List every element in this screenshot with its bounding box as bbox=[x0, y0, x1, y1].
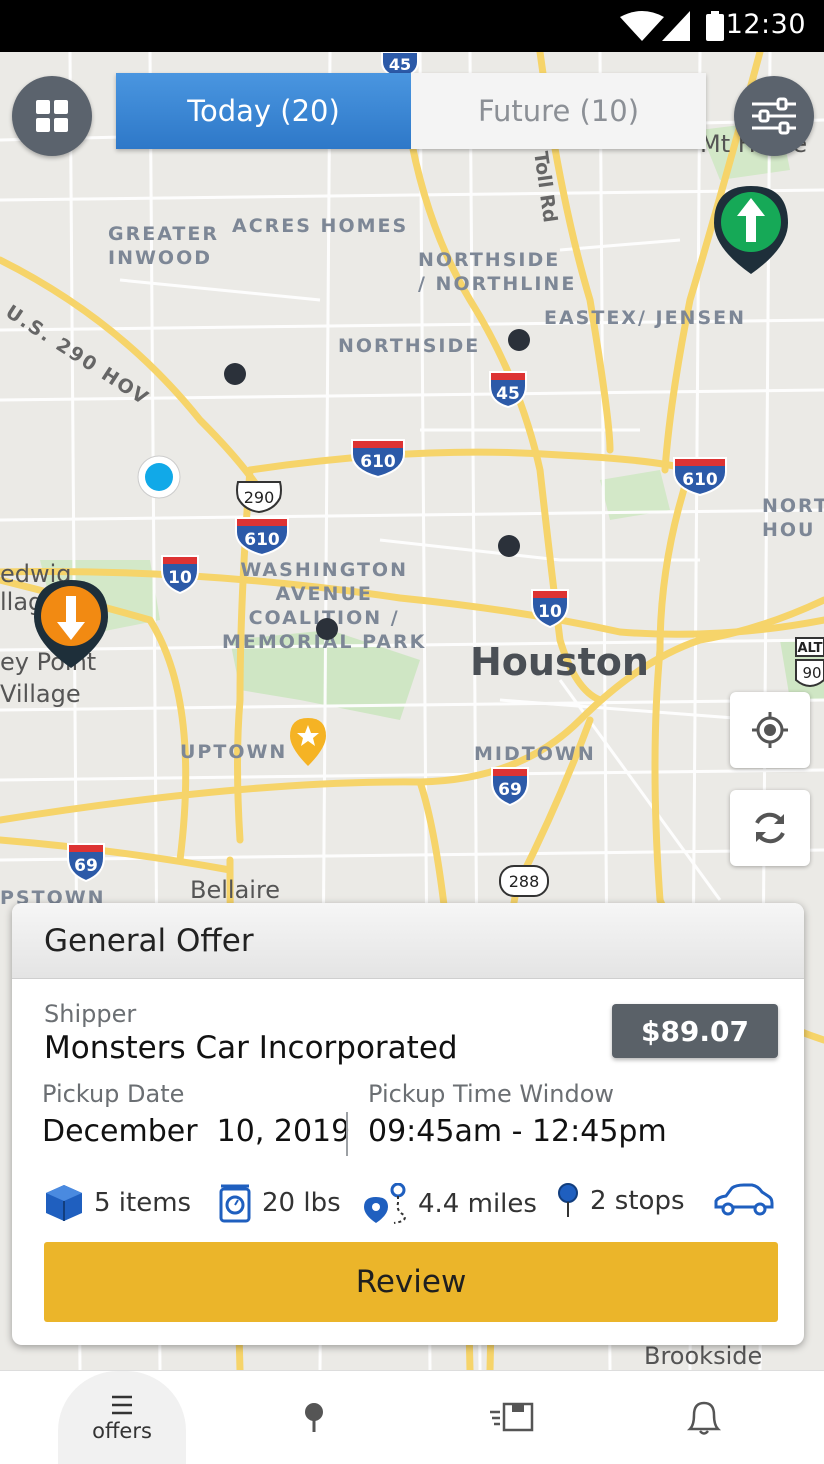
interstate-shield-69: 69 bbox=[490, 766, 530, 810]
interstate-shield-45: 45 bbox=[488, 370, 528, 412]
nav-map[interactable] bbox=[290, 1371, 338, 1464]
map-label-north-hou: NORT HOU bbox=[762, 495, 824, 541]
svg-text:ALT: ALT bbox=[797, 641, 822, 656]
interstate-shield-610-w: 610 bbox=[234, 516, 290, 560]
tab-future[interactable]: Future (10) bbox=[411, 73, 706, 149]
distance-stat: 4.4 miles bbox=[364, 1183, 537, 1225]
signal-icon bbox=[662, 11, 690, 41]
interstate-shield-10-e: 10 bbox=[530, 588, 570, 632]
svg-text:610: 610 bbox=[682, 470, 718, 490]
interstate-shield-69-sw: 69 bbox=[66, 842, 106, 886]
offer-card-title: General Offer bbox=[12, 903, 804, 979]
pickup-marker-icon[interactable] bbox=[712, 184, 790, 276]
filter-button[interactable] bbox=[734, 76, 814, 156]
svg-text:610: 610 bbox=[244, 530, 280, 550]
svg-text:45: 45 bbox=[496, 384, 520, 404]
grid-icon bbox=[36, 100, 68, 132]
locate-me-button[interactable] bbox=[730, 692, 810, 768]
map-label-houston: Houston bbox=[470, 640, 649, 684]
svg-text:290: 290 bbox=[244, 488, 275, 507]
day-tabs: Today (20) Future (10) bbox=[116, 73, 706, 149]
refresh-icon bbox=[755, 812, 785, 844]
svg-text:69: 69 bbox=[74, 856, 98, 876]
bottom-nav: offers bbox=[0, 1370, 824, 1464]
svg-text:90: 90 bbox=[802, 664, 821, 682]
stop-dot-marker[interactable] bbox=[496, 533, 522, 559]
svg-text:10: 10 bbox=[538, 602, 562, 622]
date-divider bbox=[346, 1112, 348, 1156]
current-location-dot bbox=[137, 455, 181, 499]
pickup-window: 09:45am - 12:45pm bbox=[368, 1114, 667, 1149]
stop-pin-icon bbox=[558, 1183, 578, 1217]
tab-today[interactable]: Today (20) bbox=[116, 73, 411, 149]
box-icon bbox=[46, 1185, 82, 1221]
map-label-brookside: Brookside bbox=[644, 1342, 763, 1370]
price-badge: $89.07 bbox=[612, 1004, 778, 1058]
svg-text:610: 610 bbox=[360, 452, 396, 472]
map-label-acres-homes: ACRES HOMES bbox=[232, 215, 409, 237]
us-shield-290: 290 bbox=[234, 480, 284, 518]
nav-offers[interactable]: offers bbox=[58, 1371, 186, 1464]
package-icon bbox=[490, 1402, 534, 1432]
us-shield-alt90: ALT 90 bbox=[794, 636, 824, 700]
nav-shipments[interactable] bbox=[484, 1371, 540, 1464]
filter-icon bbox=[752, 97, 796, 135]
nav-notifications[interactable] bbox=[680, 1371, 728, 1464]
items-count: 5 items bbox=[94, 1188, 192, 1218]
stops-count: 2 stops bbox=[590, 1186, 685, 1216]
bell-icon bbox=[686, 1401, 722, 1435]
map-label-northside-northline: NORTHSIDE / NORTHLINE bbox=[418, 249, 577, 295]
battery-icon bbox=[706, 11, 724, 41]
stops-stat: 2 stops bbox=[556, 1183, 685, 1219]
interstate-shield-610-ne: 610 bbox=[672, 456, 728, 500]
map-label-eastex-jensen: EASTEX/ JENSEN bbox=[544, 307, 747, 329]
stop-dot-marker[interactable] bbox=[314, 616, 340, 642]
distance-value: 4.4 miles bbox=[418, 1189, 537, 1219]
refresh-button[interactable] bbox=[730, 790, 810, 866]
svg-text:288: 288 bbox=[509, 872, 540, 891]
map-label-midtown: MIDTOWN bbox=[474, 743, 596, 765]
locate-icon bbox=[752, 712, 788, 748]
pickup-window-label: Pickup Time Window bbox=[368, 1080, 615, 1108]
items-stat: 5 items bbox=[44, 1183, 191, 1223]
dropoff-marker-icon[interactable] bbox=[32, 578, 110, 670]
pin-icon bbox=[305, 1403, 323, 1432]
shipper-name: Monsters Car Incorporated bbox=[44, 1030, 458, 1066]
nav-offers-label: offers bbox=[92, 1419, 152, 1443]
pickup-date-label: Pickup Date bbox=[42, 1080, 185, 1108]
svg-text:10: 10 bbox=[168, 568, 192, 588]
svg-text:69: 69 bbox=[498, 780, 522, 800]
stop-dot-marker[interactable] bbox=[506, 327, 532, 353]
wifi-icon bbox=[620, 11, 664, 41]
route-icon bbox=[364, 1183, 406, 1224]
stop-dot-marker[interactable] bbox=[222, 361, 248, 387]
scale-icon bbox=[219, 1184, 251, 1223]
map-label-uptown: UPTOWN bbox=[180, 741, 288, 763]
offer-card[interactable]: General Offer Shipper Monsters Car Incor… bbox=[12, 903, 804, 1345]
weight-value: 20 lbs bbox=[262, 1188, 341, 1218]
map-label-greater-inwood: GREATER INWOOD bbox=[108, 223, 220, 269]
interstate-shield-610-n: 610 bbox=[350, 438, 406, 482]
list-icon bbox=[112, 1395, 132, 1415]
status-time: 12:30 bbox=[725, 9, 806, 40]
map-label-bellaire: Bellaire bbox=[190, 876, 281, 904]
interstate-shield-10-w: 10 bbox=[160, 554, 200, 598]
star-place-icon[interactable] bbox=[288, 716, 328, 768]
car-icon bbox=[714, 1183, 774, 1216]
svg-text:45: 45 bbox=[389, 55, 411, 74]
map-label-northside: NORTHSIDE bbox=[338, 335, 481, 357]
status-bar: 12:30 bbox=[0, 0, 824, 52]
shipper-label: Shipper bbox=[44, 1000, 137, 1028]
pickup-date: December 10, 2019 bbox=[42, 1114, 351, 1149]
review-button[interactable]: Review bbox=[44, 1242, 778, 1322]
menu-grid-button[interactable] bbox=[12, 76, 92, 156]
weight-stat: 20 lbs bbox=[218, 1183, 341, 1223]
state-shield-288: 288 bbox=[498, 864, 550, 902]
